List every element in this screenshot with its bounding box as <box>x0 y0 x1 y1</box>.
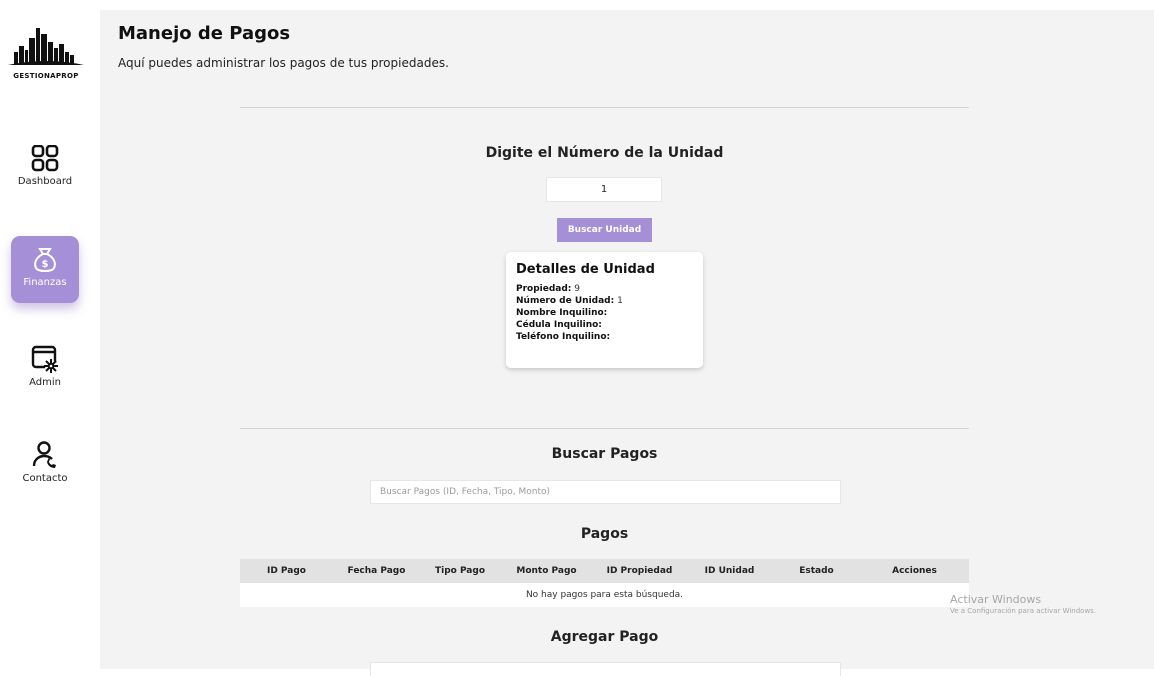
pagos-heading: Pagos <box>580 526 629 542</box>
numero-unidad-row: Número de Unidad: 1 <box>516 295 693 307</box>
sidebar-item-contacto[interactable]: Contacto <box>11 440 79 484</box>
column-header-id-pago: ID Pago <box>266 566 306 576</box>
grid-icon <box>31 145 59 172</box>
column-header-fecha-pago: Fecha Pago <box>347 566 406 576</box>
watermark-subtitle: Ve a Configuración para activar Windows. <box>950 607 1097 615</box>
nombre-inquilino-row: Nombre Inquilino: <box>516 307 693 319</box>
column-header-tipo-pago: Tipo Pago <box>434 566 486 576</box>
cedula-inquilino-row: Cédula Inquilino: <box>516 319 693 331</box>
add-payment-input[interactable] <box>370 662 841 676</box>
numero-unidad-value: 1 <box>617 296 623 306</box>
agregar-pago-heading: Agregar Pago <box>550 629 659 645</box>
buscar-pagos-heading: Buscar Pagos <box>551 446 658 462</box>
unit-details-title: Detalles de Unidad <box>516 262 655 277</box>
buscar-unidad-button[interactable]: Buscar Unidad <box>557 218 652 242</box>
column-header-id-propiedad: ID Propiedad <box>606 566 673 576</box>
user-phone-icon <box>32 441 56 468</box>
svg-text:$: $ <box>42 259 49 270</box>
column-header-id-unidad: ID Unidad <box>704 566 755 576</box>
unit-number-input[interactable]: 1 <box>546 177 662 202</box>
table-row: No hay pagos para esta búsqueda. <box>240 583 969 607</box>
sidebar: GESTIONAPROP Dashboard $ Finanzas Admin … <box>0 0 100 669</box>
column-header-acciones: Acciones <box>892 566 937 576</box>
divider <box>240 428 969 429</box>
payments-search-input[interactable]: Buscar Pagos (ID, Fecha, Tipo, Monto) <box>370 480 841 504</box>
sidebar-item-finanzas[interactable]: $ Finanzas <box>11 236 79 303</box>
sidebar-item-label: Finanzas <box>23 277 67 288</box>
divider <box>240 107 969 108</box>
sidebar-item-label: Dashboard <box>17 176 73 187</box>
column-header-monto-pago: Monto Pago <box>516 566 577 576</box>
activate-windows-watermark: Activar Windows Ve a Configuración para … <box>950 593 1096 615</box>
logo[interactable]: GESTIONAPROP <box>6 24 86 80</box>
page-title: Manejo de Pagos <box>118 23 291 44</box>
page-subtitle: Aquí puedes administrar los pagos de tus… <box>118 56 449 70</box>
telefono-inquilino-label: Teléfono Inquilino: <box>516 332 611 342</box>
window-gear-icon <box>31 345 58 373</box>
unit-search-heading: Digite el Número de la Unidad <box>485 145 724 161</box>
sidebar-item-admin[interactable]: Admin <box>11 344 79 388</box>
sidebar-item-label: Admin <box>29 377 61 388</box>
payments-table: ID Pago Fecha Pago Tipo Pago Monto Pago … <box>240 559 969 607</box>
main-content: Manejo de Pagos Aquí puedes administrar … <box>100 10 1154 676</box>
cedula-inquilino-label: Cédula Inquilino: <box>516 320 602 330</box>
logo-text: GESTIONAPROP <box>13 72 79 80</box>
column-header-estado: Estado <box>799 566 834 576</box>
watermark-title: Activar Windows <box>950 593 1042 606</box>
city-skyline-logo-icon <box>8 28 84 65</box>
numero-unidad-label: Número de Unidad: <box>516 296 615 306</box>
empty-message: No hay pagos para esta búsqueda. <box>525 590 684 600</box>
money-bag-icon: $ <box>34 248 56 272</box>
propiedad-row: Propiedad: 9 <box>516 283 693 295</box>
propiedad-label: Propiedad: <box>516 284 572 294</box>
table-header: ID Pago Fecha Pago Tipo Pago Monto Pago … <box>240 559 969 583</box>
sidebar-item-label: Contacto <box>22 473 68 484</box>
unit-details-card: Detalles de Unidad Propiedad: 9 Número d… <box>506 252 703 368</box>
nombre-inquilino-label: Nombre Inquilino: <box>516 308 608 318</box>
sidebar-item-dashboard[interactable]: Dashboard <box>11 145 79 187</box>
telefono-inquilino-row: Teléfono Inquilino: <box>516 331 693 343</box>
propiedad-value: 9 <box>574 284 581 294</box>
